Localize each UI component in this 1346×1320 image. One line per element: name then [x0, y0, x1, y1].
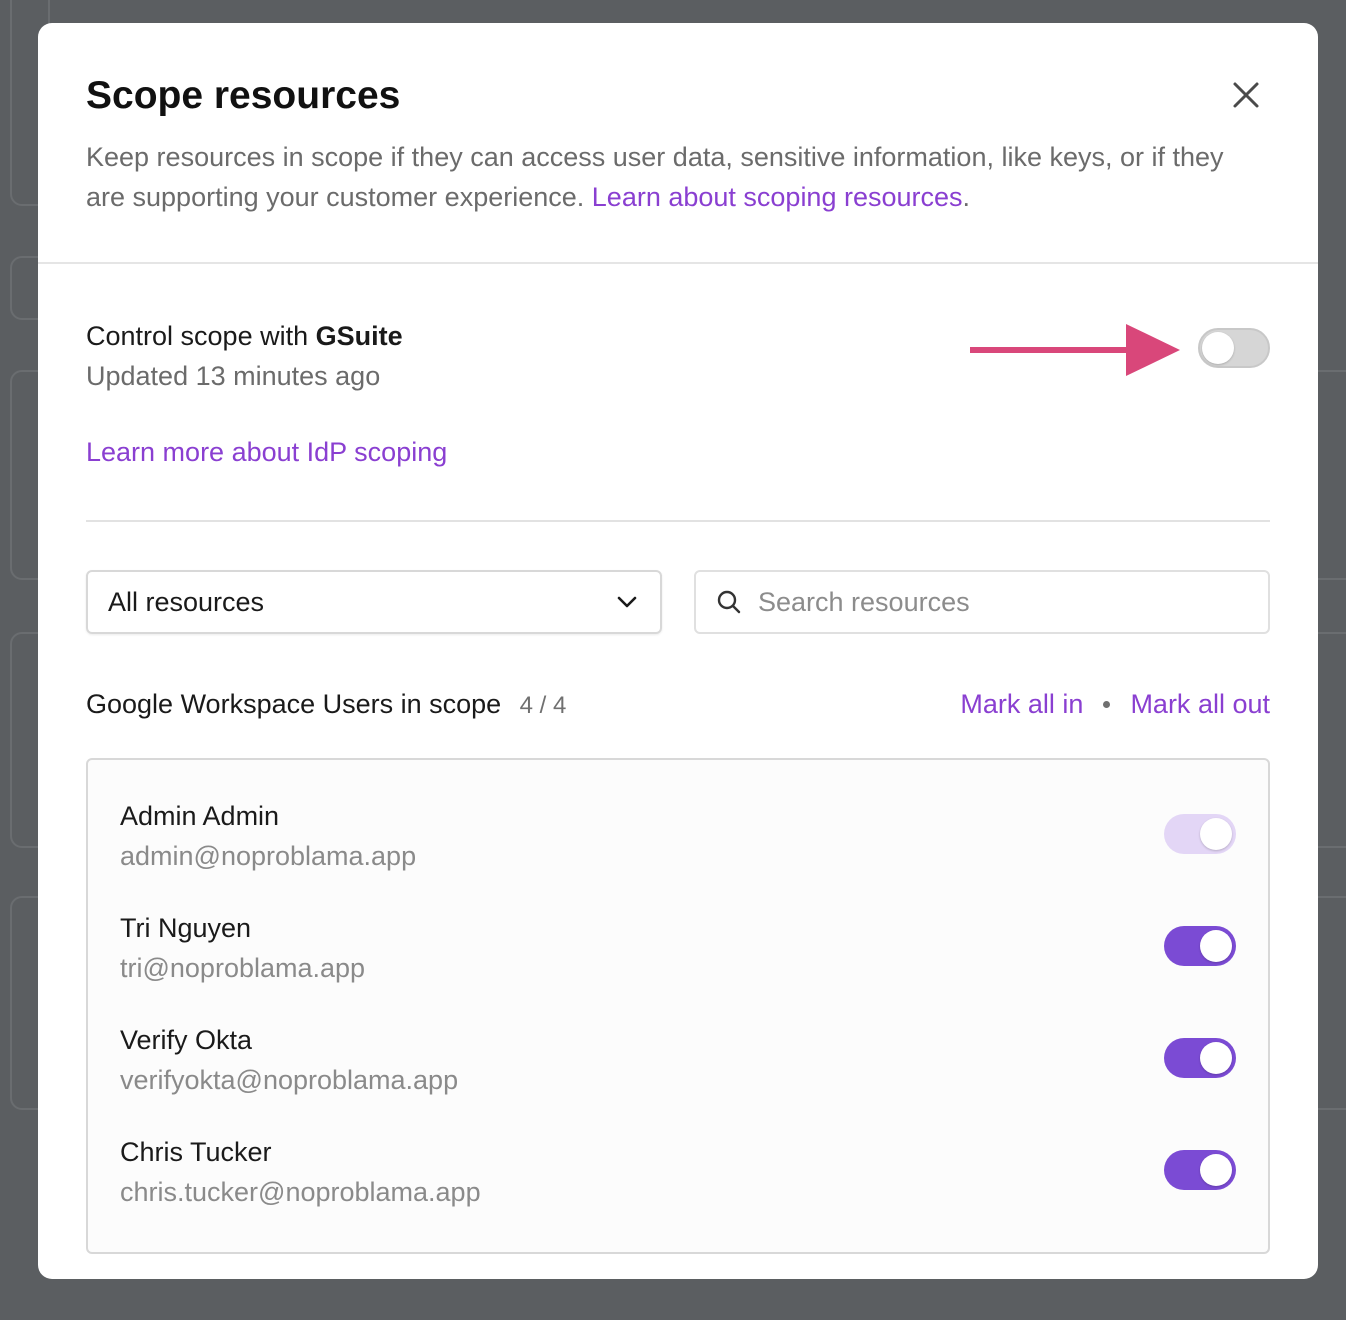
mark-all-in-link[interactable]: Mark all in — [960, 689, 1083, 720]
list-heading: Google Workspace Users in scope 4 / 4 — [86, 689, 566, 720]
resource-type-select[interactable]: All resources — [86, 570, 662, 634]
toggle-knob — [1202, 332, 1234, 364]
mark-all-out-link[interactable]: Mark all out — [1130, 689, 1270, 720]
toggle-knob — [1200, 930, 1232, 962]
user-name: Tri Nguyen — [120, 913, 252, 943]
toggle-knob — [1200, 1154, 1232, 1186]
user-email: chris.tucker@noproblama.app — [120, 1177, 481, 1207]
section-divider — [86, 520, 1270, 522]
list-item: Tri Nguyen tri@noproblama.app — [120, 892, 1236, 1004]
list-item: Verify Okta verifyokta@noproblama.app — [120, 1004, 1236, 1116]
arrow-right-icon — [970, 324, 1180, 376]
modal-title: Scope resources — [86, 74, 401, 117]
scope-resources-modal: Scope resources Keep resources in scope … — [38, 23, 1318, 1279]
select-value: All resources — [108, 586, 265, 617]
list-title: Google Workspace Users in scope — [86, 688, 502, 719]
modal-description: Keep resources in scope if they can acce… — [86, 137, 1256, 217]
idp-scoping-link[interactable]: Learn more about IdP scoping — [86, 432, 447, 472]
user-scope-toggle[interactable] — [1164, 814, 1236, 854]
user-email: admin@noproblama.app — [120, 841, 417, 871]
modal-body: Control scope with GSuite Updated 13 min… — [38, 264, 1318, 1254]
list-item: Chris Tucker chris.tucker@noproblama.app — [120, 1116, 1236, 1228]
description-end: . — [962, 182, 971, 212]
close-icon — [1233, 82, 1259, 108]
user-scope-toggle[interactable] — [1164, 926, 1236, 966]
control-provider: GSuite — [315, 321, 403, 351]
user-name: Verify Okta — [120, 1025, 253, 1055]
modal-header: Scope resources Keep resources in scope … — [38, 23, 1318, 264]
list-count: 4 / 4 — [519, 691, 567, 719]
gsuite-scope-toggle[interactable] — [1198, 328, 1270, 368]
search-box — [694, 570, 1270, 634]
close-button[interactable] — [1226, 75, 1266, 115]
list-item: Admin Admin admin@noproblama.app — [120, 780, 1236, 892]
filters-row: All resources — [86, 570, 1270, 634]
toggle-knob — [1200, 818, 1232, 850]
search-input[interactable] — [758, 586, 1248, 618]
idp-control-row: Control scope with GSuite Updated 13 min… — [86, 316, 1270, 420]
bulk-actions: Mark all in Mark all out — [960, 689, 1270, 720]
control-title-prefix: Control scope with — [86, 321, 309, 351]
toggle-knob — [1200, 1042, 1232, 1074]
user-scope-toggle[interactable] — [1164, 1038, 1236, 1078]
search-icon — [717, 590, 741, 614]
user-name: Admin Admin — [120, 801, 280, 831]
user-name: Chris Tucker — [120, 1137, 272, 1167]
list-header: Google Workspace Users in scope 4 / 4 Ma… — [86, 684, 1270, 724]
learn-scoping-link[interactable]: Learn about scoping resources — [592, 182, 963, 212]
users-list: Admin Admin admin@noproblama.app Tri Ngu… — [86, 758, 1270, 1254]
user-email: verifyokta@noproblama.app — [120, 1065, 459, 1095]
user-email: tri@noproblama.app — [120, 953, 366, 983]
chevron-down-icon — [617, 596, 637, 608]
separator-dot — [1103, 700, 1111, 708]
user-scope-toggle[interactable] — [1164, 1150, 1236, 1190]
